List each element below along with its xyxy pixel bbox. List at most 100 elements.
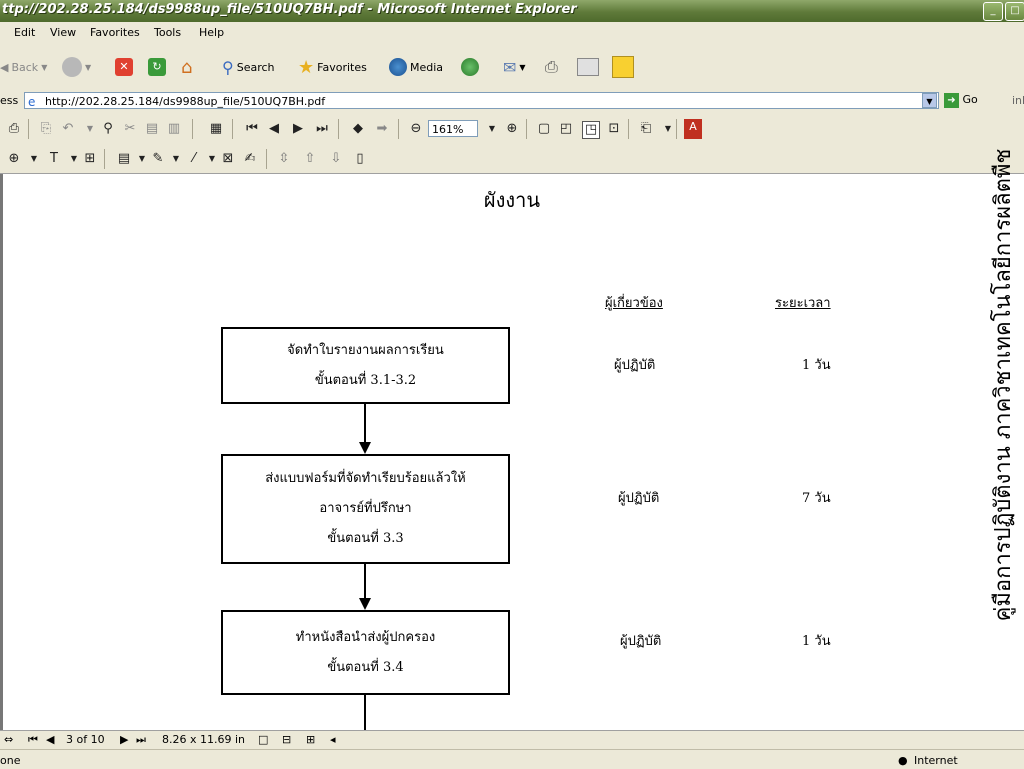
menu-bar: Edit View Favorites Tools Help: [0, 22, 1024, 45]
forward-button[interactable]: ▼: [62, 56, 91, 78]
step-number: ขั้นตอนที่ 3.4: [327, 659, 404, 675]
continuous-icon[interactable]: ⊟: [282, 733, 291, 746]
menu-favorites[interactable]: Favorites: [90, 26, 140, 39]
menu-view[interactable]: View: [50, 26, 76, 39]
page-down-icon[interactable]: ⇩: [328, 151, 344, 167]
zoom-out-icon[interactable]: ⊖: [408, 121, 424, 137]
favorites-button[interactable]: ★ Favorites: [298, 56, 367, 78]
note-tool-icon[interactable]: ▤: [116, 151, 132, 167]
back-arrow-icon: ◀: [0, 60, 9, 74]
find-icon[interactable]: ⚲: [100, 121, 116, 137]
chevron-down-icon[interactable]: ▼: [204, 151, 220, 167]
chevron-down-icon: ▼: [85, 62, 92, 72]
menu-tools[interactable]: Tools: [154, 26, 181, 39]
column-header-duration: ระยะเวลา: [775, 296, 831, 311]
step-related: ผู้ปฏิบัติ: [614, 358, 656, 373]
chevron-down-icon[interactable]: ▼: [134, 151, 150, 167]
refresh-button[interactable]: ↻: [148, 56, 166, 78]
single-page-icon[interactable]: □: [258, 733, 268, 746]
acrobat-navigation-bar: ⇔ ⏮ ◀ 3 of 10 ▶ ⏭ 8.26 x 11.69 in □ ⊟ ⊞ …: [0, 730, 1024, 749]
step-duration: 1 วัน: [802, 358, 831, 373]
page-prev-icon[interactable]: ▤: [144, 121, 160, 137]
fit-page-icon[interactable]: ◰: [558, 121, 574, 137]
print-icon[interactable]: ⎙: [6, 121, 22, 137]
mail-button[interactable]: ✉ ▼: [503, 56, 526, 78]
forward-icon: [62, 57, 82, 77]
first-page-icon[interactable]: ⏮: [244, 121, 260, 137]
scissors-icon[interactable]: ✂: [122, 121, 138, 137]
page-indicator[interactable]: 3 of 10: [66, 733, 105, 746]
zoom-tool-icon[interactable]: ⊕: [6, 151, 22, 167]
pencil-icon[interactable]: ✎: [150, 151, 166, 167]
go-back-view-icon[interactable]: ◆: [350, 121, 366, 137]
star-icon: ★: [298, 56, 315, 78]
address-url: http://202.28.25.184/ds9988up_file/510UQ…: [45, 95, 326, 108]
search-button[interactable]: ⚲ Search: [222, 56, 275, 78]
window-title: ttp://202.28.25.184/ds9988up_file/510UQ7…: [2, 2, 577, 17]
zoom-in-icon[interactable]: ⊕: [504, 121, 520, 137]
next-page-icon[interactable]: ▶: [290, 121, 306, 137]
media-icon: [389, 58, 407, 76]
actual-size-icon[interactable]: ▢: [536, 121, 552, 137]
text-select-icon[interactable]: T: [46, 151, 62, 167]
step-duration: 7 วัน: [802, 491, 831, 506]
last-page-icon[interactable]: ⏭: [136, 733, 146, 747]
step-related: ผู้ปฏิบัติ: [620, 634, 662, 649]
document-icon[interactable]: ▯: [352, 151, 368, 167]
sign-icon[interactable]: ✍: [242, 151, 258, 167]
media-label: Media: [410, 60, 444, 74]
step-number: ขั้นตอนที่ 3.1-3.2: [314, 372, 417, 388]
stop-button[interactable]: ✕: [115, 56, 133, 78]
snapshot-icon[interactable]: ⊞: [82, 151, 98, 167]
chevron-down-icon[interactable]: ▼: [66, 151, 82, 167]
reflow-icon[interactable]: ⊡: [606, 121, 622, 137]
menu-edit[interactable]: Edit: [14, 26, 35, 39]
go-button[interactable]: ➜ Go: [944, 93, 978, 108]
bookmarks-panel-icon[interactable]: ▦: [208, 121, 224, 137]
scroll-left-icon[interactable]: ◂: [330, 733, 336, 746]
first-page-icon[interactable]: ⏮: [28, 733, 38, 747]
chevron-down-icon[interactable]: ▼: [26, 151, 42, 167]
next-page-icon[interactable]: ▶: [120, 733, 128, 746]
chevron-down-icon[interactable]: ▼: [168, 151, 184, 167]
split-icon[interactable]: ⇔: [4, 733, 13, 746]
side-text: คู่มือการปฏิบัติงาน ภาควิชาเทคโนโลยีการผ…: [991, 148, 1016, 622]
toolbar-separator: [28, 119, 29, 139]
fit-width-icon[interactable]: ◳: [582, 121, 600, 139]
page-next-icon[interactable]: ▥: [166, 121, 182, 137]
print-button[interactable]: ⎙: [545, 56, 558, 78]
toolbar-separator: [104, 149, 105, 169]
previous-page-icon[interactable]: ◀: [46, 733, 54, 746]
toolbar-separator: [526, 119, 527, 139]
history-button[interactable]: [461, 56, 479, 78]
note-icon: [612, 56, 634, 78]
facing-icon[interactable]: ⊞: [306, 733, 315, 746]
adobe-icon[interactable]: A: [684, 119, 702, 139]
scroll-up-icon[interactable]: ⇳: [276, 151, 292, 167]
go-forward-view-icon[interactable]: ➡: [374, 121, 390, 137]
last-page-icon[interactable]: ⏭: [314, 121, 330, 137]
chevron-down-icon[interactable]: ▼: [82, 121, 98, 137]
media-button[interactable]: Media: [389, 56, 443, 78]
minimize-button[interactable]: _: [983, 2, 1003, 21]
address-dropdown-button[interactable]: ▼: [922, 93, 937, 108]
highlight-icon[interactable]: ⁄: [186, 151, 202, 167]
back-button[interactable]: ◀ Back ▼: [0, 56, 47, 78]
stamp-icon[interactable]: ⊠: [220, 151, 236, 167]
page-up-icon[interactable]: ⇧: [302, 151, 318, 167]
edit-icon: [577, 58, 599, 76]
messenger-button[interactable]: [612, 56, 634, 78]
home-button[interactable]: ⌂: [181, 56, 192, 78]
rotate-icon[interactable]: ⎗: [638, 121, 654, 137]
arrow-down-icon: [359, 442, 371, 454]
address-input[interactable]: e http://202.28.25.184/ds9988up_file/510…: [24, 92, 939, 109]
chevron-down-icon[interactable]: ▼: [484, 121, 500, 137]
menu-help[interactable]: Help: [199, 26, 224, 39]
chevron-down-icon[interactable]: ▼: [660, 121, 676, 137]
undo-icon[interactable]: ↶: [60, 121, 76, 137]
copy-icon[interactable]: ⎘: [38, 121, 54, 137]
previous-page-icon[interactable]: ◀: [266, 121, 282, 137]
zoom-input[interactable]: 161%: [428, 120, 478, 137]
maximize-button[interactable]: □: [1005, 2, 1024, 21]
edit-button[interactable]: [577, 56, 599, 78]
